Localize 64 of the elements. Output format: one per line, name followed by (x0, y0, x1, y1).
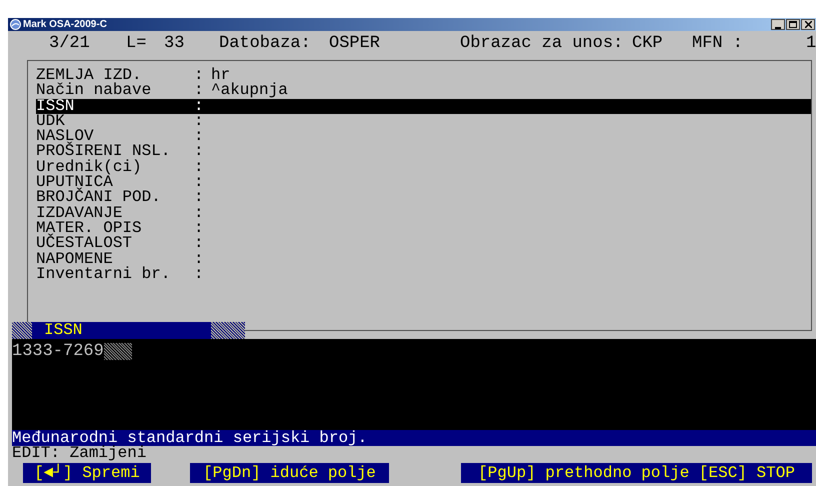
field-row[interactable]: Inventarni br. : (36, 266, 811, 282)
header-text: 3/21 (49, 35, 90, 53)
field-row[interactable]: ISSN : (36, 98, 811, 114)
header-text: 1 (806, 35, 816, 53)
field-separator: : (194, 98, 205, 114)
field-label: ISSN (36, 98, 76, 114)
field-row[interactable]: Urednik(ci) : (36, 160, 811, 176)
close-icon (804, 21, 812, 28)
field-value: hr (211, 68, 230, 84)
field-label: ZEMLJA IZD. (36, 68, 142, 84)
app-icon (10, 19, 21, 30)
field-value: ^akupnja (211, 83, 288, 99)
field-separator: : (194, 236, 205, 252)
field-separator: : (194, 220, 205, 236)
field-label: Urednik(ci) (36, 160, 143, 176)
header-text: Datobaza: (219, 35, 311, 53)
minimize-button[interactable] (771, 19, 785, 30)
field-separator: : (194, 83, 205, 99)
close-button[interactable] (801, 19, 815, 30)
field-row[interactable]: NAPOMENE : (36, 252, 811, 267)
key-hint-button[interactable]: [PgDn] iduće polje (190, 463, 389, 483)
window-title: Mark OSA-2009-C (23, 18, 107, 30)
field-separator: : (194, 144, 205, 160)
field-separator: : (194, 190, 205, 206)
field-separator: : (194, 68, 205, 84)
field-value-input[interactable]: 1333-7269 (12, 343, 104, 360)
field-row[interactable]: BROJČANI POD. : (36, 190, 811, 206)
field-separator: : (194, 206, 205, 221)
minimize-icon (775, 27, 781, 29)
field-name: ISSN (44, 323, 82, 338)
field-row[interactable]: IZDAVANJE : (36, 206, 811, 221)
header-text: CKP (632, 35, 663, 53)
field-separator: : (194, 114, 205, 130)
field-row[interactable]: ZEMLJA IZD. : hr (36, 68, 811, 84)
field-row[interactable]: Način nabave : ^akupnja (36, 83, 811, 99)
header-text: L= (126, 35, 146, 53)
field-row[interactable]: PROŠIRENI NSL. : (36, 144, 811, 160)
field-separator: : (194, 129, 205, 144)
key-hint-button[interactable]: [◄┘] Spremi (23, 463, 151, 483)
field-separator: : (194, 160, 205, 176)
field-row[interactable]: UDK : (36, 114, 811, 130)
field-label: UČESTALOST (36, 236, 134, 252)
header-text: MFN : (692, 35, 744, 53)
field-label: BROJČANI POD. (36, 190, 162, 206)
header-text: Obrazac za unos: (460, 35, 624, 53)
key-hint-button[interactable]: [PgUp] prethodno polje [ESC] STOP (461, 463, 812, 483)
cursor-block (104, 343, 132, 360)
dither-pattern (211, 322, 245, 339)
field-separator: : (194, 252, 205, 267)
maximize-icon (789, 21, 797, 28)
field-separator: : (194, 266, 205, 282)
field-row[interactable]: UČESTALOST : (36, 236, 811, 252)
maximize-button[interactable] (786, 19, 800, 30)
mode-line: EDIT: Zamijeni (12, 446, 148, 461)
field-label: PROŠIRENI NSL. (36, 144, 172, 160)
header-text: 33 (164, 35, 184, 53)
field-label: Način nabave (36, 83, 152, 99)
field-label: Inventarni br. (36, 266, 172, 282)
field-label: UDK (36, 114, 65, 130)
header-text: OSPER (329, 35, 380, 53)
field-label: NAPOMENE (36, 252, 113, 267)
field-separator: : (194, 175, 205, 190)
field-label: IZDAVANJE (36, 206, 122, 221)
dither-pattern (12, 322, 32, 339)
